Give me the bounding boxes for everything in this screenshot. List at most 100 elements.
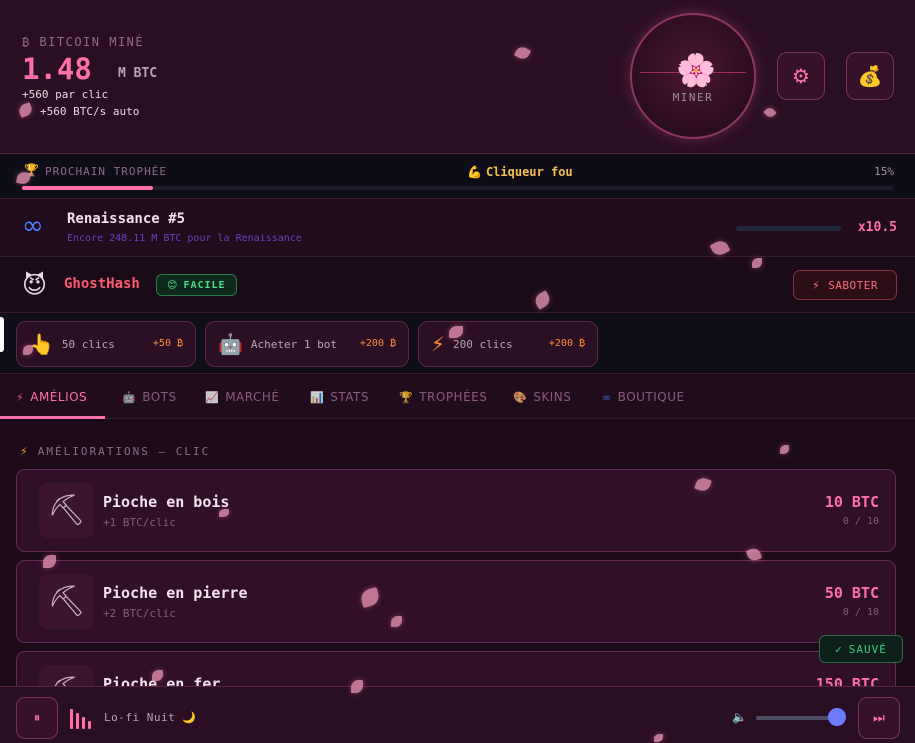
upgrade-name: Pioche en bois bbox=[103, 493, 230, 511]
upgrade-effect: +1 BTC/clic bbox=[103, 516, 176, 529]
upgrade-name: Pioche en pierre bbox=[103, 584, 248, 602]
next-trophy-title: Cliqueur fou bbox=[485, 165, 573, 179]
tab-label: AMÉLIOS bbox=[30, 390, 88, 404]
upgrade-card[interactable]: ⛏ Pioche en pierre +2 BTC/clic 50 BTC 0 … bbox=[16, 560, 896, 643]
tab-bar: ⚡ AMÉLIOS 🤖 BOTS 📈 MARCHÉ 📊 STATS 🏆 TROPHÉES … bbox=[0, 375, 915, 419]
chart-up-icon: 📈 bbox=[205, 390, 220, 404]
miner-label: MINER bbox=[672, 91, 714, 104]
bar-chart-icon: 📊 bbox=[310, 390, 325, 404]
section-title: AMÉLIORATIONS — CLIC bbox=[37, 445, 211, 458]
tab-boutique[interactable]: ∞ BOUTIQUE bbox=[602, 375, 685, 419]
tab-label: MARCHÉ bbox=[225, 390, 280, 404]
scroll-edge-indicator bbox=[0, 317, 4, 352]
robot-icon: 🤖 bbox=[122, 390, 137, 404]
tab-stats[interactable]: 📊 STATS bbox=[310, 375, 369, 419]
pointing-hand-icon: 👆 bbox=[29, 332, 54, 356]
quest-text: 200 clics bbox=[453, 337, 513, 351]
infinity-icon: ∞ bbox=[602, 390, 612, 404]
volume-slider[interactable] bbox=[756, 716, 836, 720]
tab-label: STATS bbox=[330, 390, 369, 404]
tab-label: SKINS bbox=[533, 390, 572, 404]
upgrades-panel: ⚡ AMÉLIORATIONS — CLIC ⛏ Pioche en bois +… bbox=[0, 420, 915, 686]
quest-card[interactable]: ⚡ 200 clics +200 ₿ bbox=[418, 321, 598, 367]
rival-panel: 😈 GhostHash 😊 FACILE ⚡ SABOTER bbox=[0, 258, 915, 313]
next-track-button[interactable]: ⏭ bbox=[858, 697, 900, 739]
tab-amelios[interactable]: ⚡ AMÉLIOS bbox=[0, 375, 105, 419]
upgrade-count: 0 / 10 bbox=[842, 607, 879, 618]
flexed-arm-icon: 💪 bbox=[467, 165, 482, 179]
trophy-progress-track bbox=[22, 186, 893, 190]
volume-fill bbox=[756, 716, 836, 720]
upgrade-count: 0 / 10 bbox=[842, 516, 879, 527]
skip-forward-icon: ⏭ bbox=[873, 710, 885, 726]
tab-label: BOUTIQUE bbox=[617, 390, 685, 404]
lightning-icon: ⚡ bbox=[16, 390, 25, 404]
upgrade-card[interactable]: ⛏ Pioche en bois +1 BTC/clic 10 BTC 0 / … bbox=[16, 469, 896, 552]
upgrade-card[interactable]: ⛏ Pioche en fer 150 BTC bbox=[16, 651, 896, 686]
volume-knob[interactable] bbox=[828, 708, 846, 726]
quest-text: Acheter 1 bot bbox=[250, 337, 337, 351]
header: ₿ BITCOIN MINÉ 1.48 M BTC +560 par clic … bbox=[0, 0, 915, 154]
mined-amount: 1.48 bbox=[22, 52, 92, 86]
renaissance-progress-track bbox=[736, 226, 841, 231]
renaissance-subtitle: Encore 248.11 M BTC pour la Renaissance bbox=[67, 233, 302, 244]
pickaxe-icon: ⛏ bbox=[39, 665, 94, 686]
tab-marche[interactable]: 📈 MARCHÉ bbox=[205, 375, 280, 419]
upgrade-price: 150 BTC bbox=[815, 675, 879, 686]
next-trophy-bar: 🏆 PROCHAIN TROPHÉE 💪 Cliqueur fou 15% bbox=[0, 154, 915, 199]
quest-reward: +200 ₿ bbox=[548, 338, 585, 349]
infinity-icon: ∞ bbox=[22, 211, 44, 241]
tab-bots[interactable]: 🤖 BOTS bbox=[122, 375, 177, 419]
renaissance-multiplier: x10.5 bbox=[857, 220, 897, 235]
section-header: ⚡ AMÉLIORATIONS — CLIC bbox=[20, 445, 210, 458]
money-bag-icon: 💰 bbox=[857, 64, 883, 88]
speaker-icon: 🔈 bbox=[732, 710, 747, 724]
track-title: Lo-fi Nuit 🌙 bbox=[104, 711, 197, 724]
pause-button[interactable]: ⏸ bbox=[16, 697, 58, 739]
quest-card[interactable]: 🤖 Acheter 1 bot +200 ₿ bbox=[205, 321, 409, 367]
tab-label: TROPHÉES bbox=[419, 390, 488, 404]
mined-unit: M BTC bbox=[118, 66, 158, 81]
tab-trophees[interactable]: 🏆 TROPHÉES bbox=[399, 375, 487, 419]
quest-text: 50 clics bbox=[61, 337, 115, 351]
quest-reward: +50 ₿ bbox=[152, 338, 183, 349]
mined-label: ₿ BITCOIN MINÉ bbox=[22, 35, 145, 49]
robot-icon: 🤖 bbox=[218, 332, 243, 356]
tab-skins[interactable]: 🎨 SKINS bbox=[513, 375, 571, 419]
tab-label: BOTS bbox=[142, 390, 177, 404]
next-trophy-percent: 15% bbox=[874, 165, 894, 178]
saved-toast: ✓ SAUVÉ bbox=[819, 635, 903, 663]
difficulty-badge: 😊 FACILE bbox=[156, 274, 237, 296]
quest-card[interactable]: 👆 50 clics +50 ₿ bbox=[16, 321, 196, 367]
equalizer-icon bbox=[70, 709, 91, 729]
devil-avatar-icon: 😈 bbox=[22, 271, 48, 299]
upgrade-effect: +2 BTC/clic bbox=[103, 607, 176, 620]
check-icon: ✓ bbox=[835, 642, 843, 656]
sabotage-button[interactable]: ⚡ SABOTER bbox=[793, 270, 897, 300]
trophy-progress-fill bbox=[22, 186, 153, 190]
saved-label: SAUVÉ bbox=[848, 642, 887, 656]
miner-button[interactable]: 🌸 MINER bbox=[630, 13, 756, 139]
lightning-icon: ⚡ bbox=[20, 445, 30, 458]
smile-icon: 😊 bbox=[167, 279, 179, 291]
gear-icon: ⚙ bbox=[792, 64, 810, 88]
lightning-icon: ⚡ bbox=[811, 278, 821, 292]
upgrade-price: 10 BTC bbox=[824, 493, 879, 511]
pickaxe-icon: ⛏ bbox=[39, 574, 94, 629]
palette-icon: 🎨 bbox=[513, 390, 528, 404]
music-player: ⏸ Lo-fi Nuit 🌙 🔈 ⏭ bbox=[0, 686, 915, 743]
renaissance-title: Renaissance #5 bbox=[67, 211, 186, 227]
flower-icon: 🌸 bbox=[676, 51, 716, 89]
lightning-icon: ⚡ bbox=[431, 332, 446, 356]
per-click-rate: +560 par clic bbox=[22, 88, 109, 101]
settings-button[interactable]: ⚙ bbox=[777, 52, 825, 100]
pause-icon: ⏸ bbox=[33, 710, 41, 726]
sabotage-label: SABOTER bbox=[828, 278, 879, 292]
renaissance-panel: ∞ Renaissance #5 Encore 248.11 M BTC pou… bbox=[0, 199, 915, 257]
shop-bag-button[interactable]: 💰 bbox=[846, 52, 894, 100]
difficulty-label: FACILE bbox=[183, 279, 226, 291]
pickaxe-icon: ⛏ bbox=[39, 483, 94, 538]
trophy-icon: 🏆 bbox=[399, 390, 414, 404]
next-trophy-label: PROCHAIN TROPHÉE bbox=[45, 165, 167, 178]
auto-rate: +560 BTC/s auto bbox=[40, 105, 140, 118]
